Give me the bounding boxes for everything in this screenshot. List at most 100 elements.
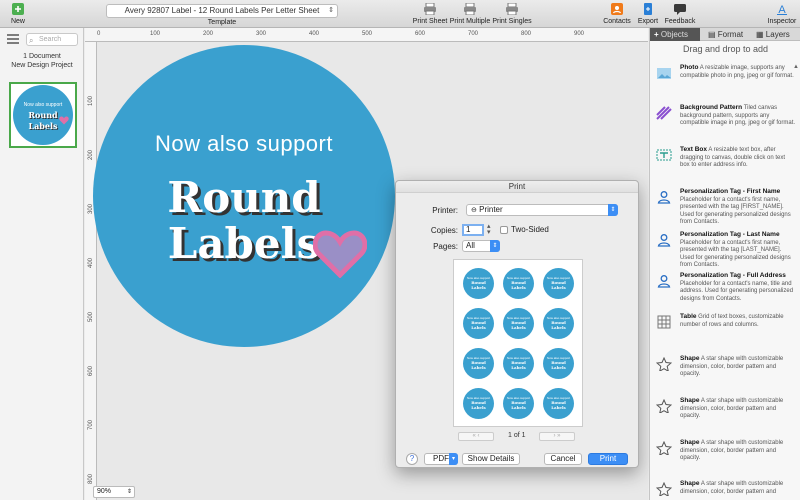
document-thumbnail[interactable]: Now also support Round Labels [9,82,77,148]
preview-label: Now also support Round Labels [463,348,494,379]
scroll-arrow-icon[interactable]: ▲ [793,64,799,70]
feedback-icon [674,4,686,15]
preview-label-headline: Round Labels [551,360,566,370]
print-singles-button[interactable]: Print Singles [492,2,532,25]
inspector-item-desc: Placeholder for a contact's name, title … [680,280,794,302]
inspector-item-text: Photo A resizable image, supports any co… [680,64,796,80]
updown-arrows-icon: ⇕ [328,7,334,14]
two-sided-checkbox[interactable] [500,226,508,234]
label-text-tagline[interactable]: Now also support [93,131,395,157]
next-page-buttons[interactable]: › » [539,432,575,441]
star-icon [656,441,672,455]
toolbar: New Avery 92807 Label - 12 Round Labels … [0,0,800,28]
inspector-label: Inspector [767,18,797,25]
cancel-button[interactable]: Cancel [544,453,582,465]
pages-value: All [466,241,475,250]
heart-icon[interactable] [313,230,367,278]
new-button[interactable]: New [6,3,30,25]
inspector-item-text: Shape A star shape with customizable dim… [680,439,796,463]
print-multiple-label: Print Multiple [449,18,491,25]
print-multiple-button[interactable]: Print Multiple [449,2,491,25]
inspector-item-title: Personalization Tag - First Name [680,188,781,195]
ruler-tick-label: 400 [309,31,320,37]
copies-field[interactable]: 1 [462,224,484,236]
pages-select[interactable]: All ⇕ [462,240,500,252]
person-icon [657,234,671,247]
export-icon [644,3,652,15]
plus-icon: + [654,30,659,39]
preview-label-headline: Round Labels [551,280,566,290]
inspector-item-text: Background Pattern Tiled canvas backgrou… [680,104,796,128]
inspector-button[interactable]: A Inspector [766,3,798,25]
ruler-tick-label: 600 [415,31,426,37]
show-details-button[interactable]: Show Details [462,453,520,465]
copies-stepper[interactable]: ▴ ▾ [487,223,491,236]
print-button[interactable]: Print [588,453,628,465]
tab-layers-label: Layers [765,30,790,39]
pdf-button[interactable]: PDF ▾ [424,453,458,465]
preview-label: Now also support Round Labels [543,308,574,339]
chevron-down-icon: ⇕ [608,204,618,216]
inspector-item-title: Text Box [680,146,707,153]
ruler-tick-label: 0 [97,31,101,37]
format-icon: ▤ [708,30,716,39]
printer-icon [464,2,476,16]
inspector-item-text: Personalization Tag - First Name Placeho… [680,188,796,227]
ruler-tick-label: 500 [362,31,373,37]
inspector-item-title: Personalization Tag - Full Address [680,272,786,279]
help-button[interactable]: ? [406,453,418,465]
inspector-item-text: Personalization Tag - Last Name Placehol… [680,231,796,270]
printer-icon [424,2,436,16]
print-sheet-button[interactable]: Print Sheet [412,2,448,25]
inspector-item-text: Table Grid of text boxes, customizable n… [680,313,796,329]
preview-label: Now also support Round Labels [463,388,494,419]
contacts-label: Contacts [603,18,631,25]
preview-label-headline: Round Labels [471,280,486,290]
round-label-design[interactable]: Now also support Round Labels [93,45,395,347]
preview-label: Now also support Round Labels [463,308,494,339]
inspector-item-text: Shape A star shape with customizable dim… [680,480,796,496]
preview-label-headline: Round Labels [511,400,526,410]
preview-label-headline: Round Labels [551,320,566,330]
preview-label: Now also support Round Labels [463,268,494,299]
preview-label-headline: Round Labels [471,400,486,410]
inspector-item-text: Shape A star shape with customizable dim… [680,355,796,379]
preview-label-headline: Round Labels [471,320,486,330]
preview-label-headline: Round Labels [511,280,526,290]
svg-text:A: A [778,4,786,15]
printer-select[interactable]: ⊖ Printer ⇕ [466,204,618,216]
inspector-panel: + Objects ▤ Format ▦ Layers Drag and dro… [649,28,800,500]
tab-objects[interactable]: + Objects [650,28,700,41]
preview-label: Now also support Round Labels [503,268,534,299]
printer-value: Printer [479,205,503,214]
inspector-item-desc: A resizable image, supports any compatib… [680,65,794,79]
list-view-icon[interactable] [6,33,20,45]
preview-label: Now also support Round Labels [543,348,574,379]
star-icon [656,357,672,371]
template-select[interactable]: Avery 92807 Label - 12 Round Labels Per … [106,4,338,18]
previous-page-buttons[interactable]: « ‹ [458,432,494,441]
inspector-item-text: Text Box A resizable text box, after dra… [680,146,796,170]
ruler-tick-label: 100 [88,95,95,107]
inspector-item-desc: Placeholder for a contact's first name, … [680,239,791,269]
printer-label: Printer: [432,206,458,215]
tab-objects-label: Objects [660,30,689,39]
export-button[interactable]: Export [636,3,660,25]
tab-format-label: Format [717,30,744,39]
tab-format[interactable]: ▤ Format [704,28,750,41]
contacts-icon [611,3,623,15]
ruler-tick-label: 900 [574,31,585,37]
vertical-ruler: 100 200 300 400 500 600 700 800 [85,42,97,500]
preview-label: Now also support Round Labels [543,268,574,299]
feedback-button[interactable]: Feedback [664,3,696,25]
tab-layers[interactable]: ▦ Layers [752,28,800,41]
chevron-down-icon: ▾ [449,453,458,465]
inspector-item-title: Shape [680,355,700,362]
photo-icon [657,68,671,79]
contacts-button[interactable]: Contacts [602,3,632,25]
search-field[interactable]: ⌕ Search [26,33,78,46]
plus-icon [12,3,24,15]
preview-label: Now also support Round Labels [503,388,534,419]
zoom-select[interactable]: 90% ⇕ [93,486,135,498]
star-icon [656,399,672,413]
